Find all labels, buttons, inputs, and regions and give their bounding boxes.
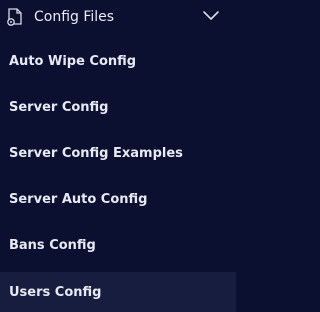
menu-item-label: Bans Config <box>9 237 96 253</box>
menu-item-label: Server Config <box>9 99 109 115</box>
menu-item-auto-wipe-config[interactable]: Auto Wipe Config <box>0 43 236 79</box>
chevron-down-icon[interactable] <box>202 9 220 23</box>
menu-item-server-config-examples[interactable]: Server Config Examples <box>0 135 236 171</box>
section-title: Config Files <box>34 9 115 25</box>
menu-item-server-auto-config[interactable]: Server Auto Config <box>0 181 236 217</box>
menu-item-users-config[interactable]: Users Config <box>0 272 236 312</box>
config-files-panel: Config Files Auto Wipe Config Server Con… <box>0 0 236 312</box>
menu-item-label: Auto Wipe Config <box>9 53 137 69</box>
menu-item-server-config[interactable]: Server Config <box>0 89 236 125</box>
config-files-header[interactable]: Config Files <box>0 0 236 34</box>
gear-file-icon <box>7 8 22 26</box>
menu-item-label: Users Config <box>9 284 102 300</box>
menu-item-bans-config[interactable]: Bans Config <box>0 227 236 263</box>
menu-item-label: Server Config Examples <box>9 145 183 161</box>
menu-item-label: Server Auto Config <box>9 191 148 207</box>
